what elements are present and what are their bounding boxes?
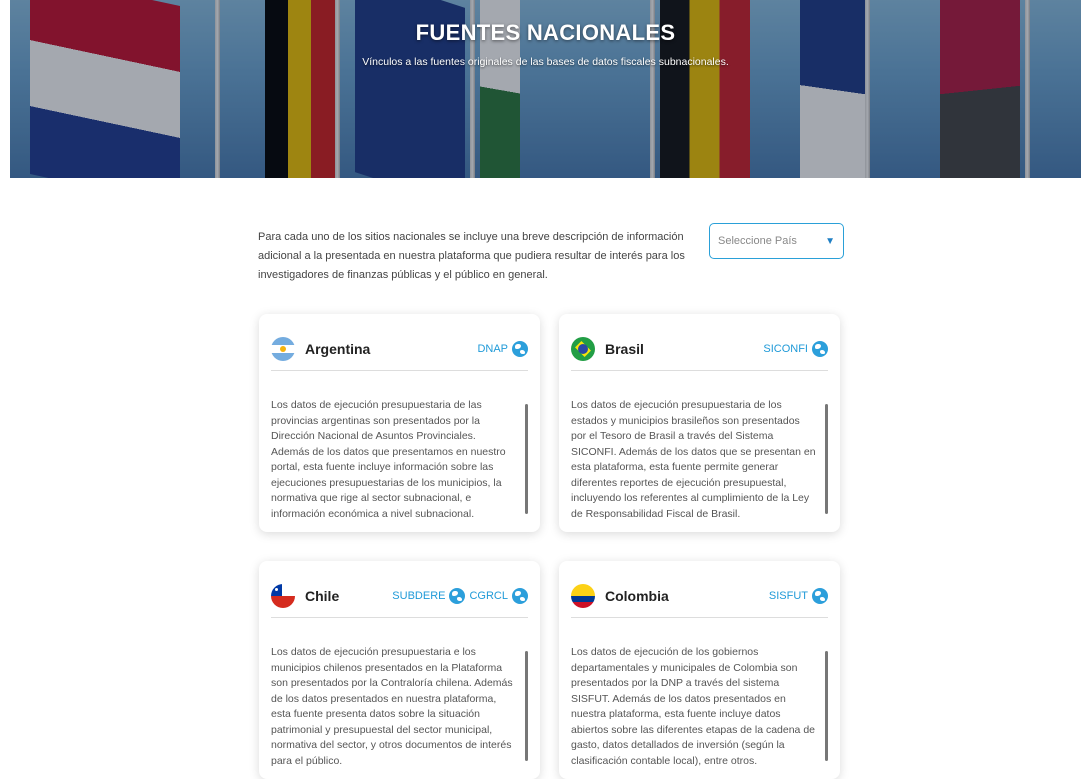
country-name: Argentina: [305, 341, 371, 357]
country-card-brasil: Brasil SICONFI Los datos de ejecución pr…: [559, 314, 840, 532]
card-header: Colombia SISFUT: [571, 575, 828, 618]
country-name: Colombia: [605, 588, 669, 604]
country-name: Brasil: [605, 341, 644, 357]
argentina-flag-icon: [271, 337, 295, 361]
source-link-subdere[interactable]: SUBDERE: [392, 590, 445, 602]
page-title: FUENTES NACIONALES: [415, 20, 676, 45]
card-header: Brasil SICONFI: [571, 328, 828, 371]
intro-text: Para cada uno de los sitios nacionales s…: [258, 231, 685, 281]
source-link-siconfi[interactable]: SICONFI: [763, 343, 808, 355]
colombia-flag-icon: [571, 584, 595, 608]
country-name: Chile: [305, 588, 340, 604]
card-description: Los datos de ejecución presupuestaria de…: [571, 399, 816, 520]
chevron-down-icon: ▼: [825, 235, 835, 247]
card-header: Chile SUBDERE CGRCL: [271, 575, 528, 618]
card-description: Los datos de ejecución de los gobiernos …: [571, 646, 815, 767]
card-description: Los datos de ejecución presupuestaria e …: [271, 646, 513, 767]
scrollbar[interactable]: [825, 404, 828, 514]
globe-icon[interactable]: [512, 341, 528, 357]
scrollbar[interactable]: [825, 651, 828, 761]
card-header: Argentina DNAP: [271, 328, 528, 371]
country-card-chile: Chile SUBDERE CGRCL Los datos de ejecuci…: [259, 561, 540, 779]
scrollbar[interactable]: [525, 404, 528, 514]
globe-icon[interactable]: [512, 588, 528, 604]
country-select[interactable]: Seleccione País ▼: [709, 223, 844, 259]
chile-flag-icon: [271, 584, 295, 608]
globe-icon[interactable]: [449, 588, 466, 604]
country-select-value: Seleccione País: [718, 235, 797, 247]
page-subtitle: Vínculos a las fuentes originales de las…: [362, 56, 729, 68]
country-card-argentina: Argentina DNAP Los datos de ejecución pr…: [259, 314, 540, 532]
brazil-flag-icon: [571, 337, 595, 361]
source-link-cgrcl[interactable]: CGRCL: [469, 590, 508, 602]
hero-banner: FUENTES NACIONALES Vínculos a las fuente…: [10, 0, 1081, 178]
country-card-colombia: Colombia SISFUT Los datos de ejecución d…: [559, 561, 840, 779]
source-link-sisfut[interactable]: SISFUT: [769, 590, 808, 602]
card-description: Los datos de ejecución presupuestaria de…: [271, 399, 506, 520]
source-link-dnap[interactable]: DNAP: [477, 343, 508, 355]
globe-icon[interactable]: [812, 341, 828, 357]
globe-icon[interactable]: [812, 588, 828, 604]
scrollbar[interactable]: [525, 651, 528, 761]
